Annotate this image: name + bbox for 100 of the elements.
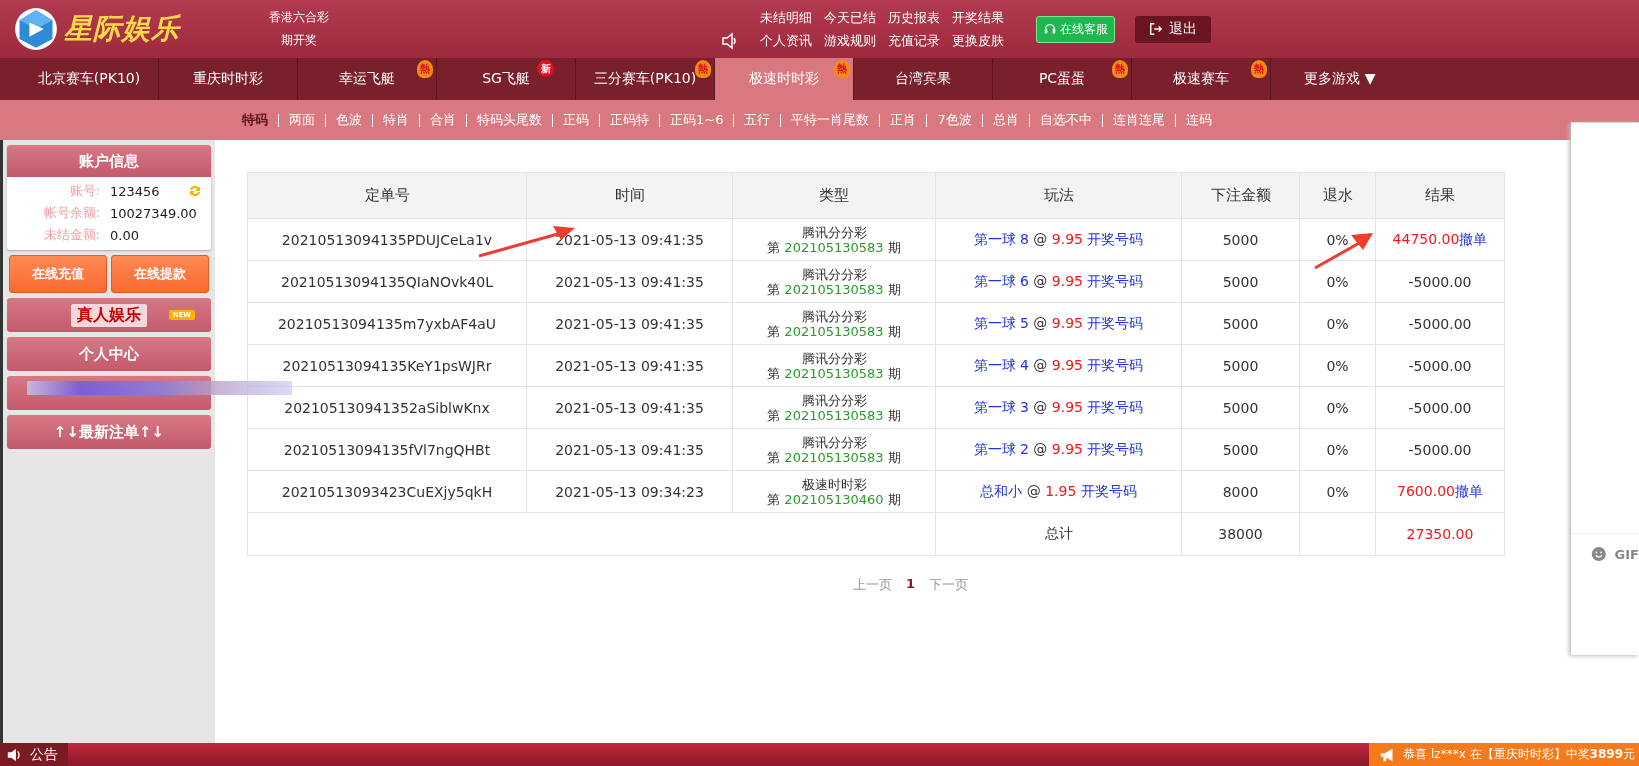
issue-suffix: 期 bbox=[887, 323, 901, 339]
issue-suffix: 期 bbox=[887, 449, 901, 465]
game-tab[interactable]: 更多游戏 ▼ bbox=[1271, 58, 1409, 100]
annotation-arrow bbox=[1313, 230, 1375, 272]
header-link[interactable]: 充值记录 bbox=[888, 31, 940, 50]
table-cell: 8000 bbox=[1181, 470, 1300, 513]
play-label: 第一球 5 bbox=[973, 314, 1029, 331]
header-link[interactable]: 今天已结 bbox=[824, 8, 876, 27]
draw-result-link[interactable]: 开奖号码 bbox=[1080, 482, 1137, 499]
menu-item[interactable]: 个人中心 bbox=[7, 337, 211, 371]
page-link[interactable]: 1 bbox=[905, 576, 915, 594]
result-amount: -5000.00 bbox=[1408, 273, 1472, 290]
issue-prefix: 第 bbox=[767, 281, 781, 297]
account-value: 123456 bbox=[110, 183, 161, 199]
header-link[interactable]: 未结明细 bbox=[760, 8, 812, 27]
menu-item[interactable]: ↑↓最新注单↑↓ bbox=[7, 415, 211, 449]
at-sign: @ bbox=[1026, 482, 1041, 499]
table-cell: 2021-05-13 09:41:35 bbox=[526, 428, 733, 471]
at-sign: @ bbox=[1033, 398, 1048, 415]
account-label: 账号: bbox=[68, 182, 100, 200]
draw-result-link[interactable]: 开奖号码 bbox=[1087, 314, 1144, 331]
issue-prefix: 第 bbox=[767, 449, 781, 465]
draw-result-link[interactable]: 开奖号码 bbox=[1087, 356, 1144, 373]
logo-text: 星际娱乐 bbox=[64, 11, 180, 47]
issue-number: 202105130583 bbox=[784, 323, 884, 339]
issue-number: 202105130583 bbox=[784, 365, 884, 381]
hot-badge: 熱 bbox=[1251, 60, 1267, 78]
cancel-link[interactable]: 撤单 bbox=[1454, 482, 1483, 499]
menu-label: 真人娱乐 bbox=[71, 303, 147, 327]
draw-result-link[interactable]: 开奖号码 bbox=[1087, 230, 1144, 247]
hot-badge: 熱 bbox=[695, 60, 711, 78]
column-header: 时间 bbox=[526, 172, 733, 219]
emoji-icon[interactable] bbox=[1591, 545, 1607, 563]
header-link[interactable]: 游戏规则 bbox=[824, 31, 876, 50]
game-name: 极速时时彩 bbox=[800, 476, 868, 492]
table-cell: 20210513093423CuEXjy5qkH bbox=[247, 470, 527, 513]
game-name: 腾讯分分彩 bbox=[800, 392, 868, 408]
game-name: 腾讯分分彩 bbox=[800, 350, 868, 366]
header-link[interactable]: 个人资讯 bbox=[760, 31, 812, 50]
notice-label: 公告 bbox=[30, 745, 58, 764]
issue-number: 202105130583 bbox=[784, 239, 884, 255]
table-cell: 5000 bbox=[1181, 260, 1300, 303]
issue-suffix: 期 bbox=[887, 281, 901, 297]
issue-suffix: 期 bbox=[887, 407, 901, 423]
logo-icon bbox=[14, 7, 58, 51]
table-cell: 5000 bbox=[1181, 344, 1300, 387]
result-amount: 44750.00 bbox=[1392, 230, 1460, 247]
issue-suffix: 期 bbox=[887, 365, 901, 381]
result-amount: -5000.00 bbox=[1408, 315, 1472, 332]
account-title: 账户信息 bbox=[7, 145, 211, 177]
total-label: 总计 bbox=[935, 512, 1182, 556]
draw-result-link[interactable]: 开奖号码 bbox=[1087, 440, 1144, 457]
table-cell: 202105130941352aSiblwKnx bbox=[247, 386, 527, 429]
winner-message: 恭喜 lz***x 在【重庆时时彩】中奖3899元 bbox=[1403, 746, 1635, 763]
issue-number: 202105130583 bbox=[784, 449, 884, 465]
table-cell: 2021-05-13 09:41:35 bbox=[526, 260, 733, 303]
lottery-name: 香港六合彩 bbox=[269, 9, 329, 26]
odds: 9.95 bbox=[1051, 440, 1083, 457]
at-sign: @ bbox=[1033, 356, 1048, 373]
header-link[interactable]: 开奖结果 bbox=[952, 8, 1004, 27]
column-header: 下注金额 bbox=[1181, 172, 1300, 219]
new-badge: 新 bbox=[537, 60, 554, 77]
total-result: 27350.00 bbox=[1375, 512, 1505, 556]
logout-icon bbox=[1149, 22, 1163, 36]
header-link[interactable]: 历史报表 bbox=[888, 8, 940, 27]
gif-button[interactable]: GIF bbox=[1614, 546, 1639, 562]
account-value: 0.00 bbox=[110, 227, 140, 243]
table-cell: 0% bbox=[1299, 260, 1376, 303]
issue-suffix: 期 bbox=[887, 491, 901, 507]
game-name: 腾讯分分彩 bbox=[800, 224, 868, 240]
odds: 9.95 bbox=[1051, 356, 1083, 373]
table-cell: 5000 bbox=[1181, 218, 1300, 261]
issue-prefix: 第 bbox=[767, 239, 781, 255]
odds: 1.95 bbox=[1045, 482, 1077, 499]
total-amount: 38000 bbox=[1181, 512, 1300, 556]
table-cell: 0% bbox=[1299, 302, 1376, 345]
issue-prefix: 第 bbox=[767, 323, 781, 339]
issue-suffix: 期 bbox=[887, 239, 901, 255]
play-tab[interactable]: 特码 bbox=[232, 111, 278, 129]
game-name: 腾讯分分彩 bbox=[800, 266, 868, 282]
logout-button[interactable]: 退出 bbox=[1135, 15, 1211, 43]
table-cell: 0% bbox=[1299, 344, 1376, 387]
issue-number: 202105130583 bbox=[784, 407, 884, 423]
issue-number: 202105130583 bbox=[784, 281, 884, 297]
draw-result-link[interactable]: 开奖号码 bbox=[1087, 398, 1144, 415]
table-cell: 20210513094135QIaNOvk40L bbox=[247, 260, 527, 303]
issue-prefix: 第 bbox=[767, 407, 781, 423]
draw-result-link[interactable]: 开奖号码 bbox=[1087, 272, 1144, 289]
account-label: 帐号余额: bbox=[42, 204, 100, 222]
table-cell: 5000 bbox=[1181, 428, 1300, 471]
hot-badge: 熱 bbox=[1112, 60, 1128, 78]
refresh-icon[interactable] bbox=[187, 183, 203, 199]
column-header: 定单号 bbox=[247, 172, 527, 219]
column-header: 玩法 bbox=[935, 172, 1182, 219]
play-label: 第一球 3 bbox=[973, 398, 1029, 415]
table-cell: 20210513094135PDUJCeLa1v bbox=[247, 218, 527, 261]
issue-prefix: 第 bbox=[767, 491, 781, 507]
at-sign: @ bbox=[1033, 230, 1048, 247]
cancel-link[interactable]: 撤单 bbox=[1459, 230, 1488, 247]
header-link[interactable]: 更换皮肤 bbox=[952, 31, 1004, 50]
